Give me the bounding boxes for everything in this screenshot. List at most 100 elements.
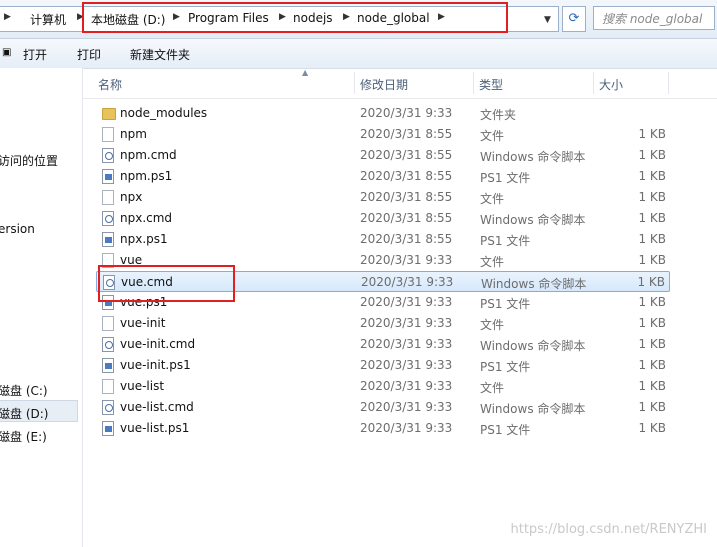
file-date: 2020/3/31 8:55	[360, 169, 453, 183]
file-date: 2020/3/31 8:55	[360, 127, 453, 141]
breadcrumb[interactable]: ▶ 计算机 ▶ 本地磁盘 (D:) ▶ Program Files ▶ node…	[0, 6, 559, 32]
chevron-right-icon[interactable]: ▶	[279, 12, 286, 22]
file-row[interactable]: vue-init 2020/3/31 9:33 文件 1 KB	[96, 313, 670, 334]
column-divider[interactable]	[473, 72, 474, 94]
file-row[interactable]: npm 2020/3/31 8:55 文件 1 KB	[96, 124, 670, 145]
file-type: PS1 文件	[480, 234, 531, 248]
breadcrumb-item-drive-d[interactable]: 本地磁盘 (D:)	[91, 11, 165, 28]
cmd-file-icon	[102, 211, 114, 226]
new-folder-button[interactable]: 新建文件夹	[130, 46, 190, 63]
file-type: Windows 命令脚本	[480, 150, 586, 164]
column-divider[interactable]	[593, 72, 594, 94]
file-name: npm.cmd	[120, 148, 177, 162]
nav-item-drive-e[interactable]: 磁盘 (E:)	[0, 428, 47, 445]
file-name: vue-init.cmd	[120, 337, 196, 351]
file-row[interactable]: vue-init.cmd 2020/3/31 9:33 Windows 命令脚本 1 …	[96, 334, 670, 355]
file-type: Windows 命令脚本	[481, 277, 587, 291]
file-row[interactable]: npx.cmd 2020/3/31 8:55 Windows 命令脚本 1 KB	[96, 208, 670, 229]
nav-item-version[interactable]: ersion	[0, 222, 35, 236]
nav-item-recent-places[interactable]: 访问的位置	[0, 152, 58, 169]
file-type: 文件	[480, 318, 505, 332]
breadcrumb-item-program-files[interactable]: Program Files	[188, 11, 269, 25]
column-header-date[interactable]: 修改日期	[360, 76, 408, 93]
file-date: 2020/3/31 9:33	[360, 106, 453, 120]
breadcrumb-item-nodejs[interactable]: nodejs	[293, 11, 333, 25]
file-row[interactable]: npm.cmd 2020/3/31 8:55 Windows 命令脚本 1 KB	[96, 145, 670, 166]
file-type: 文件夹	[480, 108, 517, 122]
file-name: vue-init.ps1	[120, 358, 191, 372]
breadcrumb-item-computer[interactable]: 计算机	[30, 11, 66, 28]
file-size: 1 KB	[637, 275, 665, 289]
file-date: 2020/3/31 8:55	[360, 148, 453, 162]
file-size: 1 KB	[638, 295, 666, 309]
file-row[interactable]: vue-list.ps1 2020/3/31 9:33 PS1 文件 1 KB	[96, 418, 670, 439]
file-size: 1 KB	[638, 253, 666, 267]
file-date: 2020/3/31 9:33	[360, 337, 453, 351]
file-icon	[102, 316, 114, 331]
ps1-file-icon	[102, 421, 114, 436]
breadcrumb-item-node-global[interactable]: node_global	[357, 11, 430, 25]
file-date: 2020/3/31 9:33	[360, 253, 453, 267]
search-input[interactable]: 搜索 node_global	[593, 6, 715, 30]
file-icon	[102, 190, 114, 205]
navigation-pane: 访问的位置 ersion 磁盘 (C:) 磁盘 (D:) 磁盘 (E:)	[0, 68, 83, 547]
file-size: 1 KB	[638, 316, 666, 330]
file-size: 1 KB	[638, 127, 666, 141]
nav-item-drive-d[interactable]: 磁盘 (D:)	[0, 405, 48, 422]
file-size: 1 KB	[638, 421, 666, 435]
file-date: 2020/3/31 9:33	[360, 316, 453, 330]
refresh-icon[interactable]: ⟳	[562, 6, 586, 32]
command-toolbar: ▣ 打开 打印 新建文件夹	[0, 39, 717, 69]
file-size: 1 KB	[638, 148, 666, 162]
chevron-right-icon[interactable]: ▶	[438, 12, 445, 22]
file-type: PS1 文件	[480, 297, 531, 311]
ps1-file-icon	[102, 232, 114, 247]
file-size: 1 KB	[638, 337, 666, 351]
file-icon	[102, 253, 114, 268]
file-date: 2020/3/31 9:33	[360, 400, 453, 414]
file-row[interactable]: npx.ps1 2020/3/31 8:55 PS1 文件 1 KB	[96, 229, 670, 250]
file-type: 文件	[480, 192, 505, 206]
file-date: 2020/3/31 8:55	[360, 232, 453, 246]
ps1-file-icon	[102, 169, 114, 184]
file-type: PS1 文件	[480, 171, 531, 185]
file-name: node_modules	[120, 106, 208, 120]
file-name: npm	[120, 127, 147, 141]
column-header-size[interactable]: 大小	[599, 76, 623, 93]
chevron-right-icon[interactable]: ▶	[343, 12, 350, 22]
file-name: vue-list	[120, 379, 165, 393]
file-row[interactable]: node_modules 2020/3/31 9:33 文件夹	[96, 103, 670, 124]
column-divider[interactable]	[668, 72, 669, 94]
column-header: ▲ 名称 修改日期 类型 大小	[82, 68, 717, 99]
nav-item-drive-c[interactable]: 磁盘 (C:)	[0, 382, 48, 399]
open-icon[interactable]: ▣	[2, 47, 11, 58]
file-row[interactable]: vue-init.ps1 2020/3/31 9:33 PS1 文件 1 KB	[96, 355, 670, 376]
file-name: vue-list.cmd	[120, 400, 194, 414]
file-row[interactable]: vue.cmd 2020/3/31 9:33 Windows 命令脚本 1 KB	[96, 271, 670, 292]
file-name: npx	[120, 190, 143, 204]
chevron-right-icon[interactable]: ▶	[77, 12, 84, 22]
file-row[interactable]: vue-list.cmd 2020/3/31 9:33 Windows 命令脚本 1 …	[96, 397, 670, 418]
file-row[interactable]: npm.ps1 2020/3/31 8:55 PS1 文件 1 KB	[96, 166, 670, 187]
column-divider[interactable]	[354, 72, 355, 94]
file-date: 2020/3/31 8:55	[360, 190, 453, 204]
ps1-file-icon	[102, 358, 114, 373]
file-size: 1 KB	[638, 232, 666, 246]
chevron-right-icon[interactable]: ▶	[173, 12, 180, 22]
file-size: 1 KB	[638, 190, 666, 204]
file-row[interactable]: vue-list 2020/3/31 9:33 文件 1 KB	[96, 376, 670, 397]
file-row[interactable]: vue 2020/3/31 9:33 文件 1 KB	[96, 250, 670, 271]
address-dropdown-icon[interactable]: ▼	[544, 15, 551, 25]
file-type: PS1 文件	[480, 360, 531, 374]
file-size: 1 KB	[638, 400, 666, 414]
file-row[interactable]: vue.ps1 2020/3/31 9:33 PS1 文件 1 KB	[96, 292, 670, 313]
column-header-name[interactable]: 名称	[98, 76, 122, 93]
file-row[interactable]: npx 2020/3/31 8:55 文件 1 KB	[96, 187, 670, 208]
file-name: npx.cmd	[120, 211, 173, 225]
file-name: npx.ps1	[120, 232, 168, 246]
column-header-type[interactable]: 类型	[479, 76, 503, 93]
open-button[interactable]: 打开	[23, 46, 47, 63]
breadcrumb-root-chevron-icon[interactable]: ▶	[4, 12, 11, 22]
file-name: vue-init	[120, 316, 166, 330]
print-button[interactable]: 打印	[77, 46, 101, 63]
